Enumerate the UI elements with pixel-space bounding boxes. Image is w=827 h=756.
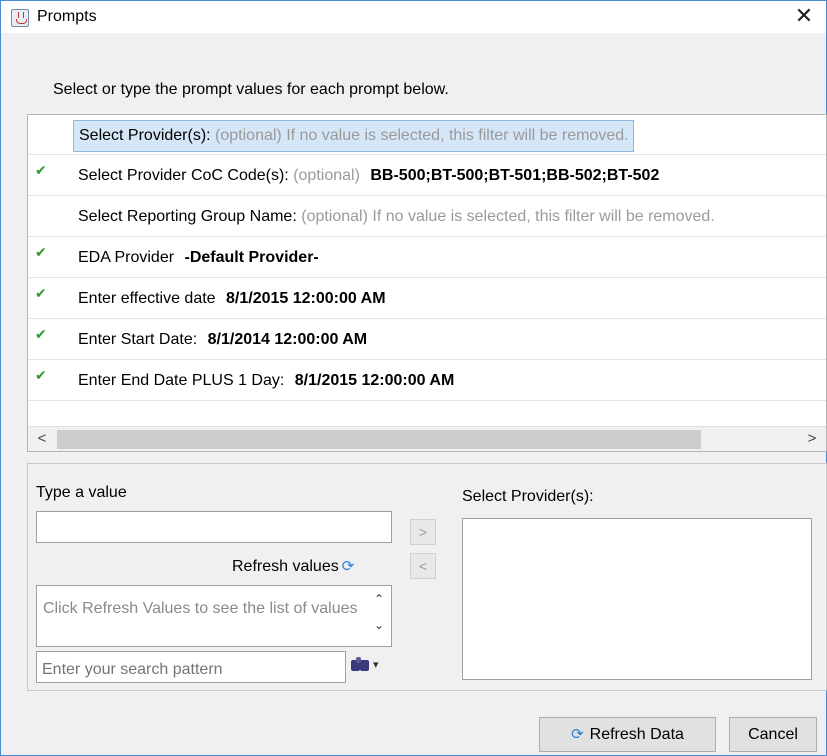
prompt-text: Enter effective date 8/1/2015 12:00:00 A… xyxy=(78,290,386,308)
prompt-label: Select Provider CoC Code(s): xyxy=(78,167,289,184)
values-list[interactable]: Click Refresh Values to see the list of … xyxy=(36,585,392,647)
prompt-optional-note: (optional) If no value is selected, this… xyxy=(301,208,715,225)
prompt-value-panel: Type a value Refresh values ⟳ Click Refre… xyxy=(27,463,827,691)
prompt-optional-note: (optional) xyxy=(293,167,360,184)
prompt-text: Select Reporting Group Name: (optional) … xyxy=(78,208,715,226)
check-icon: ✔ xyxy=(35,245,47,261)
search-pattern-input[interactable] xyxy=(36,651,346,683)
prompt-label: Select Reporting Group Name: xyxy=(78,208,297,225)
close-icon[interactable]: ✕ xyxy=(790,3,818,31)
prompt-text: Enter End Date PLUS 1 Day: 8/1/2015 12:0… xyxy=(78,372,454,390)
java-app-icon xyxy=(11,9,29,27)
type-value-input[interactable] xyxy=(36,511,392,543)
prompt-value: -Default Provider- xyxy=(184,249,319,266)
prompt-label: Enter Start Date: xyxy=(78,331,198,348)
dropdown-icon[interactable]: ▾ xyxy=(373,658,379,671)
prompt-value: 8/1/2015 12:00:00 AM xyxy=(226,290,386,307)
prompt-row[interactable]: ✔ EDA Provider -Default Provider- xyxy=(28,238,826,278)
refresh-icon[interactable]: ⟳ xyxy=(342,557,355,575)
check-icon: ✔ xyxy=(35,163,47,179)
refresh-icon: ⟳ xyxy=(571,725,584,743)
selected-values-list[interactable] xyxy=(462,518,812,680)
prompt-text: Select Provider CoC Code(s): (optional) … xyxy=(78,167,659,185)
check-icon: ✔ xyxy=(35,286,47,302)
scroll-up-icon[interactable]: ⌃ xyxy=(374,592,384,606)
remove-value-button[interactable]: < xyxy=(410,553,436,579)
refresh-data-label: Refresh Data xyxy=(589,726,684,743)
prompt-row[interactable]: ✔ Enter effective date 8/1/2015 12:00:00 … xyxy=(28,279,826,319)
title-bar: Prompts ✕ xyxy=(1,1,826,33)
search-binoculars-icon[interactable]: ▾ xyxy=(349,655,379,677)
add-value-button[interactable]: > xyxy=(410,519,436,545)
prompt-text: Select Provider(s): (optional) If no val… xyxy=(73,120,634,152)
prompt-value: 8/1/2014 12:00:00 AM xyxy=(207,331,368,348)
prompt-value: BB-500;BT-500;BT-501;BB-502;BT-502 xyxy=(370,167,660,184)
check-icon: ✔ xyxy=(35,368,47,384)
scrollbar-thumb[interactable] xyxy=(57,430,701,449)
refresh-values-label: Refresh values xyxy=(232,558,339,575)
scroll-down-icon[interactable]: ⌄ xyxy=(374,618,384,632)
selected-values-label: Select Provider(s): xyxy=(462,488,594,505)
window-title: Prompts xyxy=(37,8,97,25)
refresh-data-button[interactable]: ⟳ Refresh Data xyxy=(539,717,716,752)
check-icon: ✔ xyxy=(35,327,47,343)
scroll-left-icon[interactable]: < xyxy=(32,429,52,449)
prompt-optional-note: (optional) If no value is selected, this… xyxy=(215,127,629,144)
horizontal-scrollbar[interactable]: < > xyxy=(28,426,826,451)
prompts-window: Prompts ✕ Select or type the prompt valu… xyxy=(0,0,827,756)
prompt-label: Enter End Date PLUS 1 Day: xyxy=(78,372,285,389)
prompt-list: ✔ Enter End Date PLUS 1 Day: 8/1/2015 12:… xyxy=(27,114,827,452)
prompt-row[interactable]: Select Reporting Group Name: (optional) … xyxy=(28,197,826,237)
instruction-text: Select or type the prompt values for eac… xyxy=(53,81,449,98)
prompt-row[interactable]: ✔ Select Provider CoC Code(s): (optional)… xyxy=(28,156,826,196)
prompt-text: EDA Provider -Default Provider- xyxy=(78,249,319,267)
prompt-label: Enter effective date xyxy=(78,290,216,307)
prompt-label: Select Provider(s): xyxy=(79,127,211,144)
cancel-button[interactable]: Cancel xyxy=(729,717,817,752)
prompt-row[interactable]: ✔ Enter End Date PLUS 1 Day: 8/1/2015 12:… xyxy=(28,361,826,401)
scroll-right-icon[interactable]: > xyxy=(802,429,822,449)
values-hint: Click Refresh Values to see the list of … xyxy=(43,600,358,617)
prompt-value: 8/1/2015 12:00:00 AM xyxy=(294,372,455,389)
prompt-text: Enter Start Date: 8/1/2014 12:00:00 AM xyxy=(78,331,367,349)
prompt-label: EDA Provider xyxy=(78,249,175,266)
refresh-values-link[interactable]: Refresh values ⟳ xyxy=(232,557,354,576)
prompt-row[interactable]: ✔ Enter Start Date: 8/1/2014 12:00:00 AM xyxy=(28,320,826,360)
prompt-row[interactable]: Select Provider(s): (optional) If no val… xyxy=(28,115,826,155)
values-scrollbar[interactable]: ⌃ ⌄ xyxy=(369,586,391,646)
type-value-label: Type a value xyxy=(36,484,127,501)
